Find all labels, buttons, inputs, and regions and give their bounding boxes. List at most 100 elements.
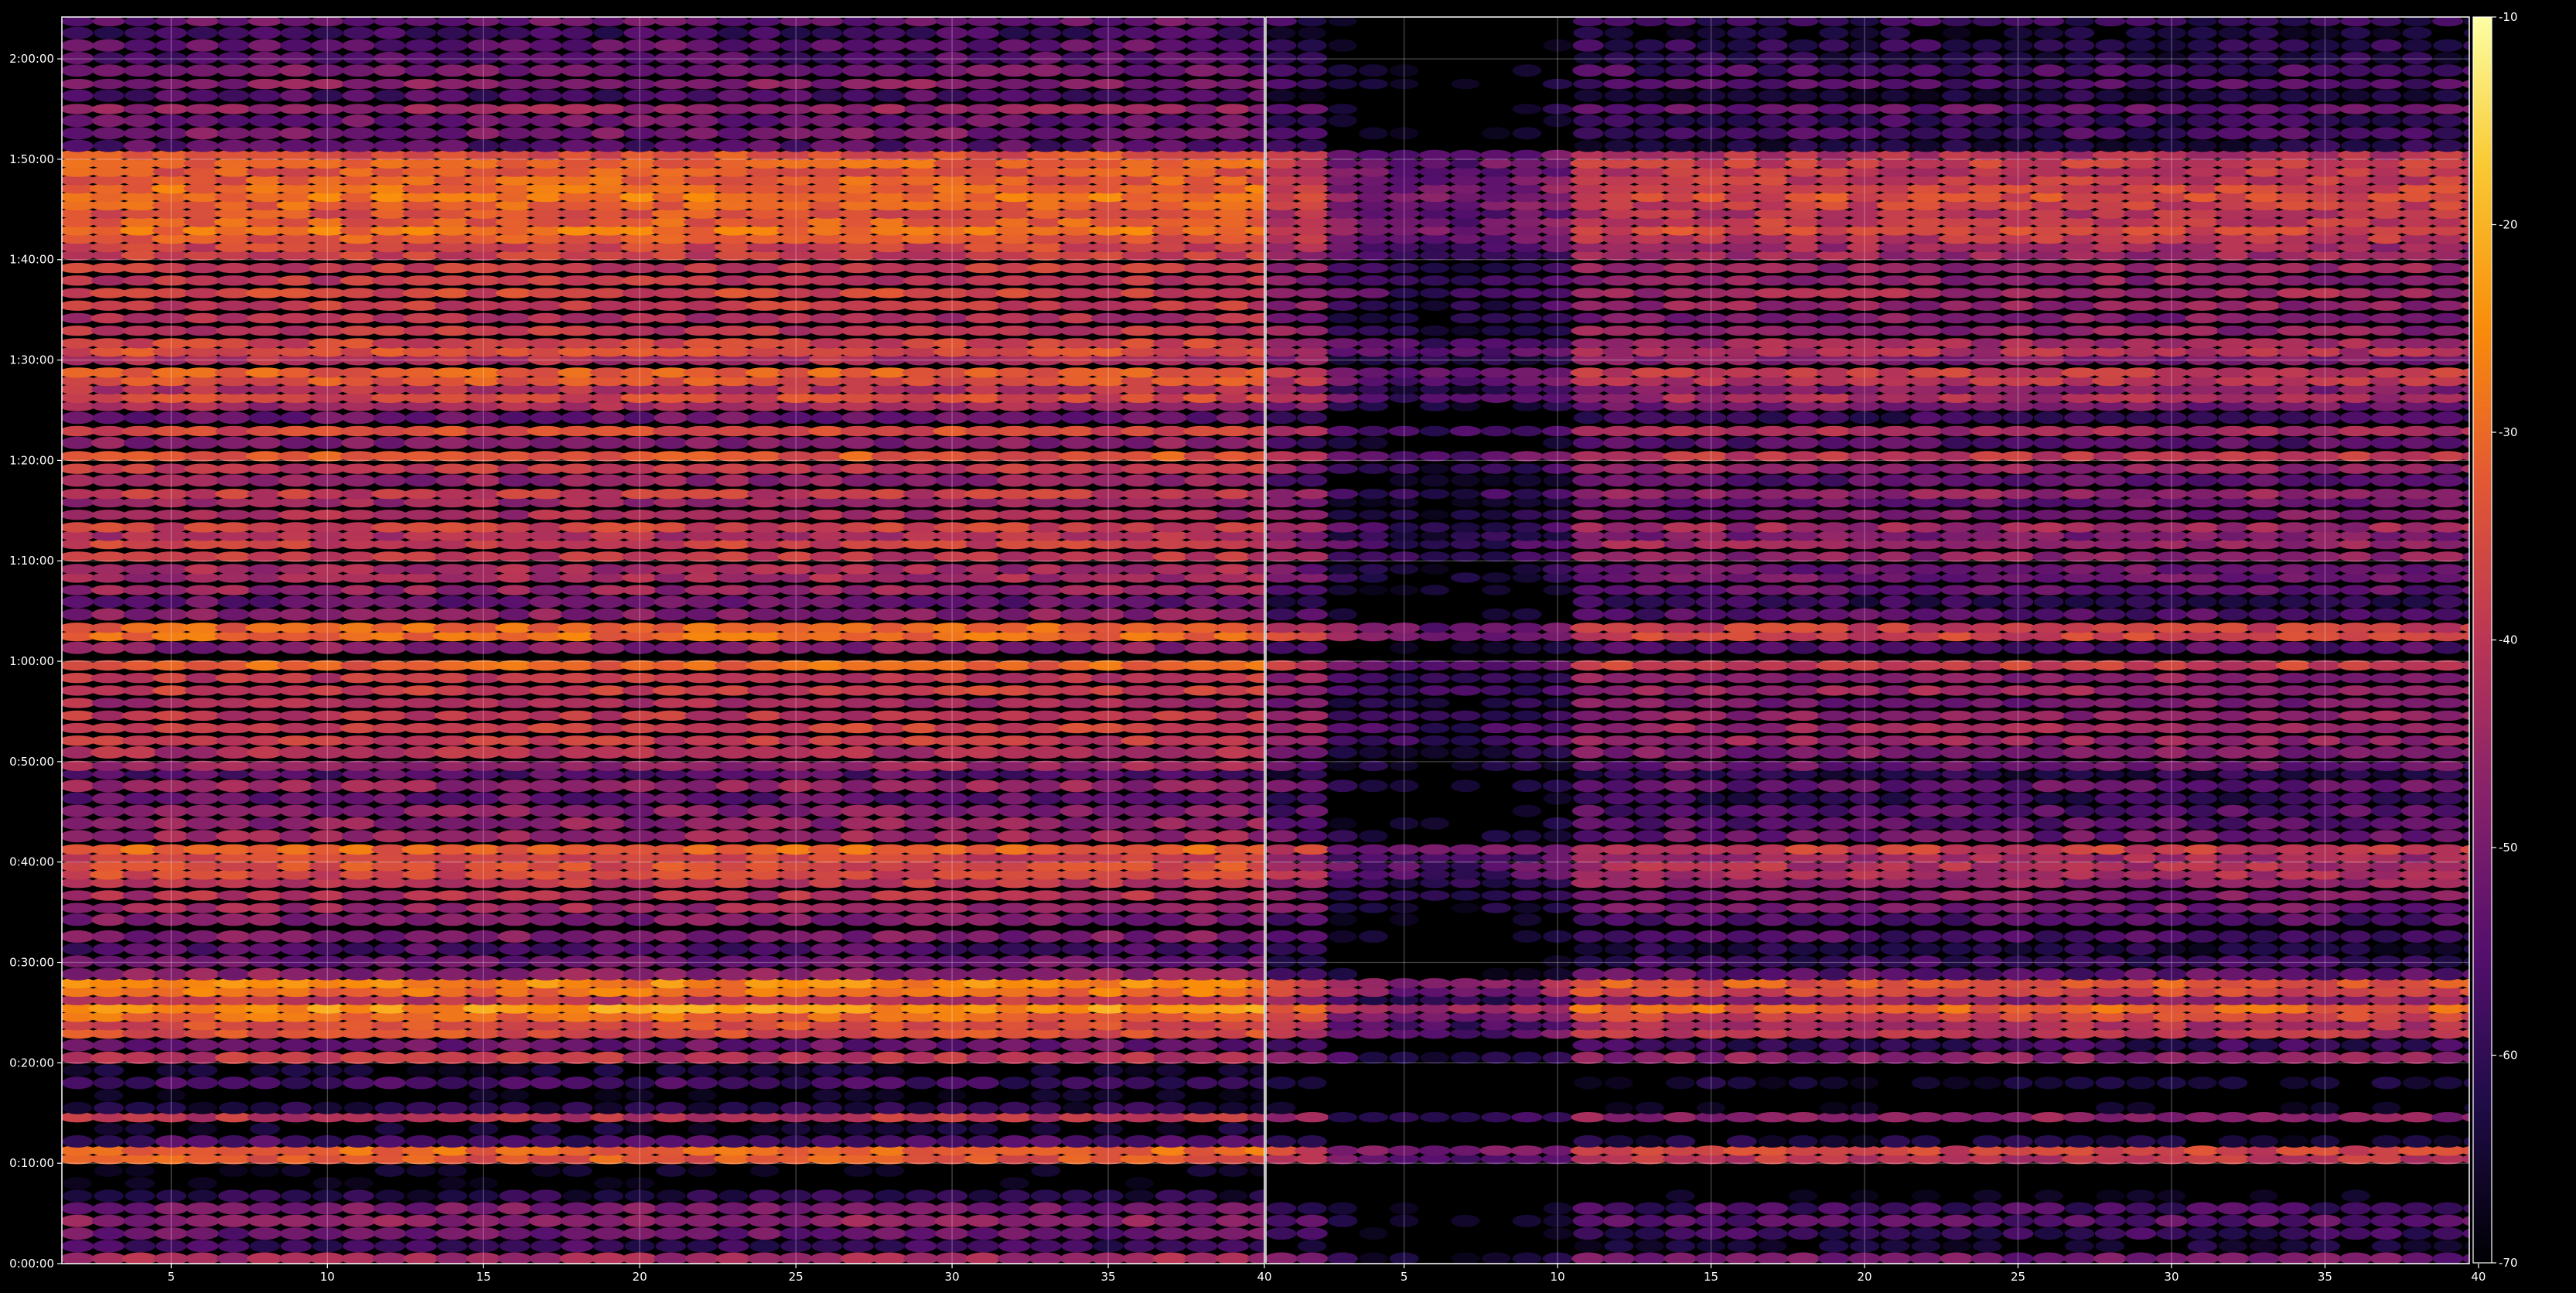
heat-cell — [1482, 1252, 1511, 1264]
heat-cell — [1153, 890, 1189, 901]
heat-cell — [403, 698, 439, 708]
heat-cell — [248, 114, 281, 128]
heat-cell — [62, 169, 66, 175]
heat-cell — [2338, 1145, 2374, 1156]
heat-cell — [809, 338, 845, 349]
heat-cell — [746, 522, 783, 533]
heat-cell — [125, 1177, 155, 1190]
heat-cell — [528, 551, 564, 562]
heat-cell — [593, 1101, 623, 1114]
heat-cell — [749, 1189, 780, 1203]
heat-cell — [62, 326, 96, 336]
heat-cell — [1328, 1202, 1357, 1215]
heat-cell — [1058, 489, 1096, 500]
heat-cell — [217, 411, 251, 425]
heat-cell — [250, 1101, 280, 1114]
heat-cell — [561, 913, 594, 926]
heat-cell — [280, 1039, 312, 1052]
heat-cell — [592, 902, 626, 913]
heat-cell — [371, 722, 408, 734]
heat-cell — [435, 913, 470, 926]
heat-cell — [62, 808, 63, 814]
heat-cell — [62, 491, 64, 496]
heat-cell — [404, 114, 438, 128]
heat-cell — [1121, 1252, 1157, 1264]
heat-cell — [125, 1101, 155, 1114]
heat-cell — [185, 760, 220, 771]
heat-cell — [2185, 1051, 2219, 1064]
heat-cell — [91, 830, 126, 843]
heat-cell — [2432, 1227, 2464, 1240]
heat-cell — [1571, 1252, 1605, 1264]
heat-cell — [1358, 1051, 1388, 1064]
heat-cell — [248, 1227, 281, 1240]
heat-cell — [1154, 641, 1188, 654]
heat-cell — [559, 564, 595, 575]
heat-cell — [62, 1140, 63, 1143]
heat-cell — [655, 1240, 687, 1253]
heat-cell — [496, 275, 533, 286]
heat-cell — [435, 139, 469, 152]
heat-cell — [874, 1240, 906, 1253]
heat-cell — [593, 89, 624, 102]
heat-cell — [1060, 64, 1094, 77]
heat-cell — [92, 1227, 125, 1240]
heat-cell — [715, 510, 752, 520]
heat-cell — [688, 1164, 717, 1177]
heat-cell — [62, 833, 64, 840]
heat-cell — [967, 1101, 999, 1114]
heat-cell — [1510, 1145, 1544, 1156]
heat-cell — [62, 846, 66, 853]
heat-cell — [652, 685, 690, 696]
heat-cell — [1185, 127, 1219, 140]
heat-cell — [1028, 275, 1064, 286]
heat-cell — [718, 1064, 749, 1077]
heat-cell — [1030, 1189, 1062, 1203]
heat-cell — [809, 288, 845, 299]
heat-cell — [2125, 1135, 2156, 1148]
heat-cell — [1121, 641, 1157, 654]
heat-cell — [278, 326, 314, 336]
heat-cell — [2064, 1202, 2095, 1215]
heat-cell — [2433, 1076, 2463, 1090]
heat-cell — [62, 500, 64, 505]
heat-cell — [2249, 1227, 2279, 1240]
heat-cell — [1186, 943, 1218, 956]
heat-cell — [186, 955, 219, 968]
heat-cell — [405, 1101, 437, 1114]
heat-cell — [1216, 64, 1250, 77]
heat-cell — [997, 64, 1032, 77]
heat-cell — [185, 1051, 220, 1064]
heat-cell — [1725, 1227, 1758, 1240]
heat-cell — [217, 943, 251, 956]
heat-cell — [716, 967, 751, 981]
heat-cell — [684, 312, 720, 324]
heat-cell — [811, 1135, 843, 1148]
heat-cell — [62, 1214, 95, 1227]
heat-cell — [905, 1076, 937, 1090]
heat-cell — [62, 370, 65, 376]
heat-cell — [871, 326, 908, 336]
heat-cell — [2094, 1227, 2126, 1240]
heat-cell — [1297, 1135, 1327, 1148]
heat-cell — [1187, 1101, 1217, 1114]
heat-cell — [840, 830, 876, 843]
heat-cell — [527, 698, 565, 708]
heat-cell — [2400, 1252, 2434, 1264]
heat-cell — [1297, 1240, 1327, 1253]
heat-cell — [373, 913, 408, 926]
heat-cell — [62, 1022, 66, 1029]
heat-cell — [498, 967, 532, 981]
heat-cell — [247, 78, 282, 90]
heat-cell — [715, 780, 752, 793]
heat-cell — [92, 78, 125, 90]
heat-cell — [90, 673, 127, 684]
heat-cell — [499, 1189, 531, 1203]
heat-cell — [996, 1051, 1033, 1064]
heat-cell — [403, 510, 439, 520]
heat-cell — [2400, 1112, 2434, 1123]
heat-cell — [653, 595, 688, 609]
heat-cell — [998, 411, 1032, 425]
heat-cell — [527, 489, 565, 500]
heat-cell — [371, 673, 408, 684]
